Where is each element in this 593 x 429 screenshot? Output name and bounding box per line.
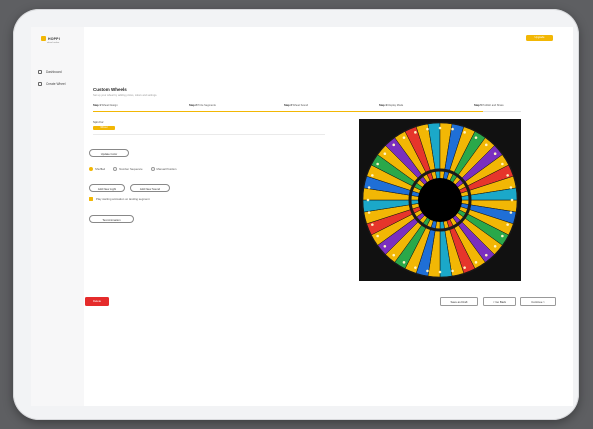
app-screen: HOPPI wheel maker Dashboard Create Wheel…: [31, 27, 573, 406]
step-number: Step 2: [189, 104, 197, 107]
wheel-light: [383, 152, 387, 156]
animation-checkbox-row[interactable]: Play starting animation on landing segme…: [89, 197, 149, 201]
checkbox-label: Play starting animation on landing segme…: [96, 197, 150, 201]
wheel-preview-graphic: [362, 122, 518, 278]
wheel-light: [376, 162, 379, 166]
radio-shuffled[interactable]: Shuffled: [89, 167, 105, 171]
wheel-light: [371, 223, 374, 226]
wheel-light: [426, 127, 429, 131]
order-radio-group: Shuffled Number Sequence Manual Position: [89, 167, 176, 171]
sidebar-item-label: Create Wheel: [46, 82, 66, 86]
sidebar-item-dashboard[interactable]: Dashboard: [38, 70, 62, 74]
step-2[interactable]: Step 2 Prize Segments: [189, 104, 216, 107]
wheel-light: [501, 234, 504, 238]
wheel-light: [501, 162, 504, 166]
step-3[interactable]: Step 3 Wheel Sound: [284, 104, 308, 107]
home-icon: [38, 70, 42, 74]
wheel-light: [426, 269, 429, 273]
wheel-light: [383, 244, 387, 248]
wheel-light: [367, 211, 371, 214]
wheel-preview: [359, 119, 521, 281]
wheel-light: [484, 253, 488, 257]
page-subtitle: Set up your wheel by adding prizes, colo…: [93, 94, 158, 97]
wheel-light: [506, 174, 509, 177]
step-label: Wheel Design: [101, 104, 118, 107]
wheel-light: [463, 131, 466, 134]
wheel-light: [509, 211, 513, 214]
radio-dot: [89, 167, 93, 171]
wheel-light: [451, 127, 454, 131]
stepper: Step 1 Wheel Design Step 2 Prize Segment…: [93, 104, 521, 112]
wheel-light: [392, 253, 396, 257]
step-4[interactable]: Step 4 Display Mode: [379, 104, 403, 107]
radio-label: Shuffled: [95, 167, 106, 171]
wheel-light: [366, 198, 370, 202]
wheel-light: [484, 143, 488, 147]
wheel-light: [506, 223, 509, 226]
wheel-light: [438, 270, 442, 274]
delete-button[interactable]: Delete: [85, 297, 109, 306]
wheel-light: [414, 131, 417, 134]
wheel-light: [493, 244, 497, 248]
wheel-icon: [38, 82, 42, 86]
sidebar: HOPPI wheel maker Dashboard Create Wheel: [31, 27, 84, 406]
step-label: Display Mode: [387, 104, 404, 107]
step-number: Step 3: [284, 104, 292, 107]
wheel-light: [510, 198, 514, 202]
checkbox-checked-icon[interactable]: [89, 197, 93, 201]
step-number: Step 1: [93, 104, 101, 107]
save-draft-button[interactable]: Save as Draft: [440, 297, 478, 306]
step-number: Step 4: [379, 104, 387, 107]
wheel-light: [392, 143, 396, 147]
radio-dot: [150, 167, 155, 171]
step-1[interactable]: Step 1 Wheel Design: [93, 104, 118, 107]
divider: [93, 134, 325, 135]
add-sound-button[interactable]: Add New Sound: [130, 184, 170, 192]
page-title: Custom Wheels: [93, 87, 127, 92]
wheel-light: [371, 174, 374, 177]
logo[interactable]: HOPPI: [41, 36, 60, 41]
radio-dot: [113, 167, 118, 171]
radio-number-sequence[interactable]: Number Sequence: [113, 167, 143, 171]
upgrade-button[interactable]: Upgrade: [526, 35, 553, 41]
wheel-light: [474, 261, 478, 264]
test-animation-button[interactable]: Test Animation: [89, 215, 134, 223]
wheel-light: [376, 234, 379, 238]
go-back-button[interactable]: < Go Back: [483, 297, 516, 306]
spin-for-label: Spin For: [93, 120, 104, 124]
wheel-light: [402, 136, 406, 139]
step-5[interactable]: Step 5 Publish and Share: [474, 104, 504, 107]
continue-button[interactable]: Continue >: [520, 297, 556, 306]
wheel-light: [493, 152, 497, 156]
step-number: Step 5: [474, 104, 482, 107]
step-label: Wheel Sound: [292, 104, 309, 107]
wheel-light: [367, 186, 371, 189]
wheel-hub: [418, 178, 462, 222]
spin-for-chip[interactable]: Winner: [93, 126, 115, 130]
logo-subtitle: wheel maker: [47, 42, 60, 44]
step-label: Prize Segments: [197, 104, 216, 107]
wheel-light: [474, 136, 478, 139]
step-label: Publish and Share: [482, 104, 504, 107]
wheel-light: [438, 126, 442, 130]
sidebar-item-label: Dashboard: [46, 70, 62, 74]
add-light-button[interactable]: Add New Light: [89, 184, 125, 192]
update-color-button[interactable]: Update Color: [89, 149, 129, 157]
sidebar-item-create-wheel[interactable]: Create Wheel: [38, 82, 66, 86]
logo-mark-icon: [41, 36, 46, 41]
stepper-progress: [93, 111, 483, 112]
wheel-light: [414, 266, 417, 269]
radio-manual-position[interactable]: Manual Position: [150, 167, 177, 171]
wheel-light: [402, 261, 406, 264]
radio-label: Manual Position: [156, 167, 177, 171]
wheel-light: [463, 266, 466, 269]
radio-label: Number Sequence: [119, 167, 143, 171]
wheel-light: [451, 269, 454, 273]
logo-text: HOPPI: [48, 36, 60, 41]
wheel-light: [509, 186, 513, 189]
